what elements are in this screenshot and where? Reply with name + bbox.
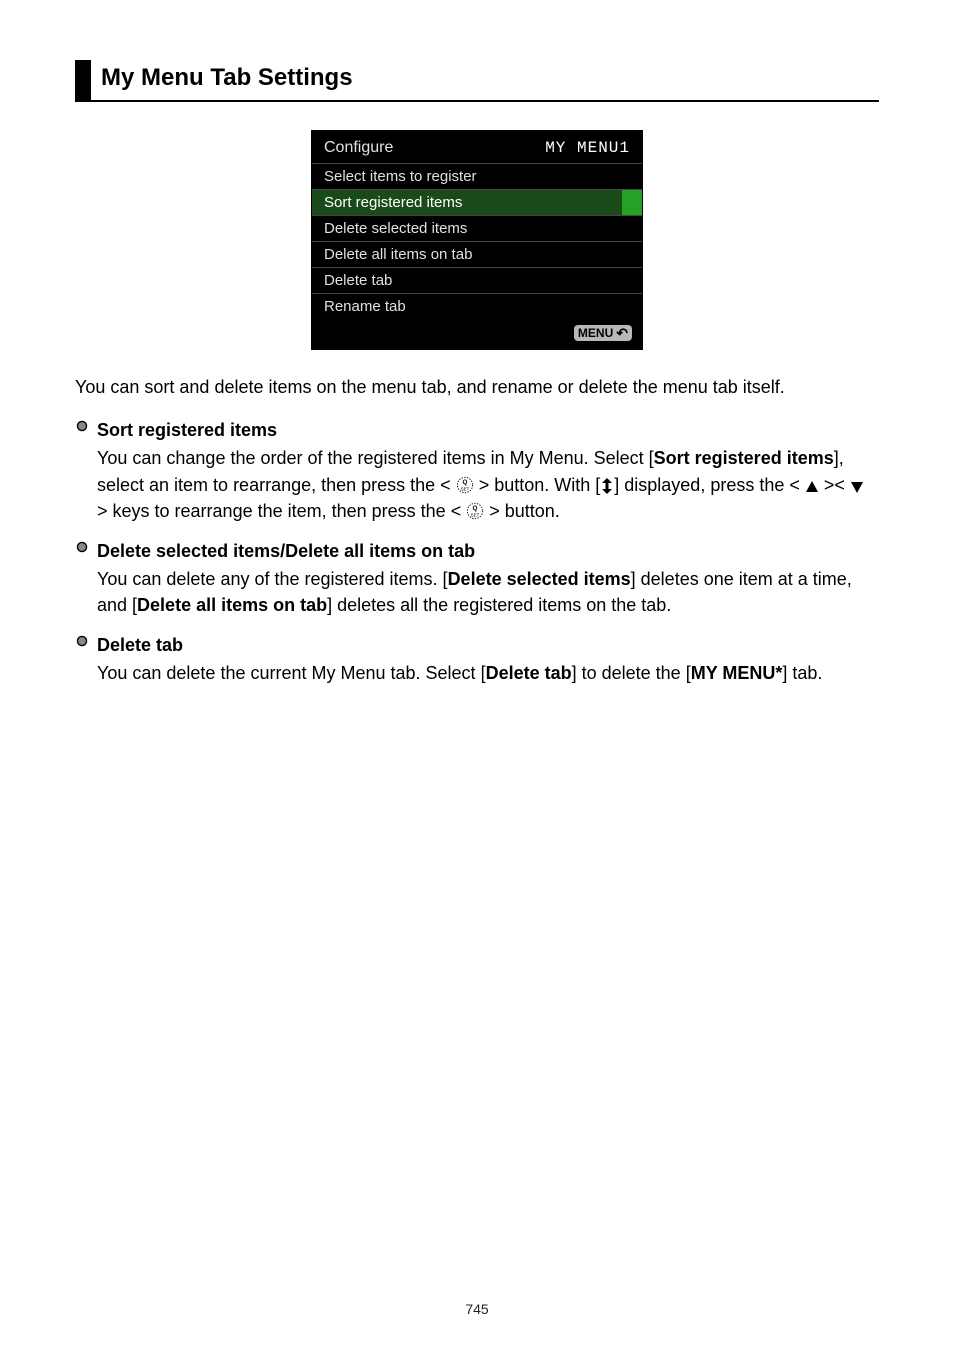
up-triangle-icon bbox=[805, 480, 819, 494]
bullet-delete-items: Delete selected items/Delete all items o… bbox=[75, 538, 879, 618]
return-icon: ↶ bbox=[616, 326, 628, 340]
camera-menu-item: Delete all items on tab bbox=[312, 242, 642, 268]
camera-menu-item-highlighted: Sort registered items bbox=[312, 190, 642, 216]
down-triangle-icon bbox=[850, 480, 864, 494]
camera-header-left: Configure bbox=[324, 139, 393, 157]
bullet-icon bbox=[75, 538, 97, 618]
bullet-paragraph: You can delete any of the registered ite… bbox=[97, 566, 879, 618]
svg-text:Q: Q bbox=[462, 479, 467, 486]
camera-menu-item: Select items to register bbox=[312, 164, 642, 190]
camera-menu-item: Delete tab bbox=[312, 268, 642, 294]
camera-menu-item: Delete selected items bbox=[312, 216, 642, 242]
bullet-paragraph: You can delete the current My Menu tab. … bbox=[97, 660, 879, 686]
q-set-icon: QSET bbox=[466, 502, 484, 520]
title-accent bbox=[75, 60, 91, 100]
menu-return-badge: MENU ↶ bbox=[574, 325, 632, 341]
bullet-delete-tab: Delete tab You can delete the current My… bbox=[75, 632, 879, 686]
menu-badge-label: MENU bbox=[578, 327, 613, 339]
camera-menu-item: Rename tab bbox=[312, 294, 642, 319]
bullet-heading: Delete tab bbox=[97, 632, 879, 658]
bullet-body: Delete tab You can delete the current My… bbox=[97, 632, 879, 686]
page-title: My Menu Tab Settings bbox=[101, 60, 879, 100]
bullet-paragraph: You can change the order of the register… bbox=[97, 445, 879, 523]
camera-screenshot: Configure MY MENU1 Select items to regis… bbox=[311, 130, 643, 350]
section-title-bar: My Menu Tab Settings bbox=[75, 60, 879, 102]
bullet-sort: Sort registered items You can change the… bbox=[75, 417, 879, 523]
q-set-icon: QSET bbox=[456, 476, 474, 494]
page-number: 745 bbox=[0, 1301, 954, 1317]
svg-text:Q: Q bbox=[473, 505, 478, 512]
intro-text: You can sort and delete items on the men… bbox=[75, 376, 879, 399]
camera-header: Configure MY MENU1 bbox=[312, 131, 642, 164]
bullet-icon bbox=[75, 417, 97, 523]
bullet-body: Delete selected items/Delete all items o… bbox=[97, 538, 879, 618]
svg-text:SET: SET bbox=[460, 486, 469, 491]
bullet-heading: Sort registered items bbox=[97, 417, 879, 443]
bullet-heading: Delete selected items/Delete all items o… bbox=[97, 538, 879, 564]
up-down-diamond-icon bbox=[600, 478, 614, 494]
svg-text:SET: SET bbox=[471, 512, 480, 517]
bullet-icon bbox=[75, 632, 97, 686]
camera-header-right: MY MENU1 bbox=[545, 139, 630, 157]
camera-footer: MENU ↶ bbox=[312, 319, 642, 349]
bullet-body: Sort registered items You can change the… bbox=[97, 417, 879, 523]
